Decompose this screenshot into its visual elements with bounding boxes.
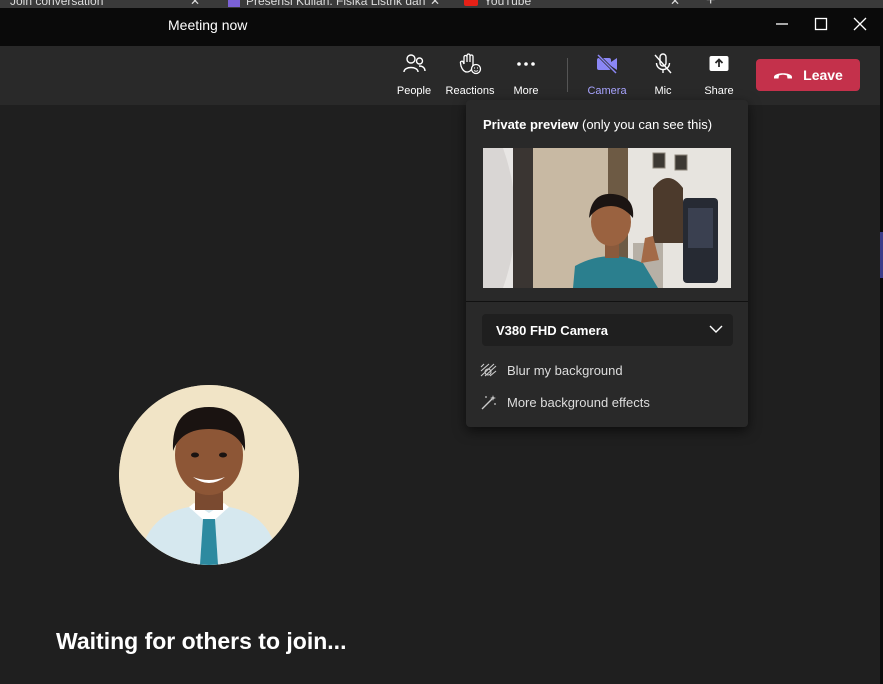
blur-background-label: Blur my background (507, 362, 623, 378)
more-label: More (513, 85, 539, 97)
background-effects-option[interactable]: More background effects (480, 391, 650, 413)
magic-wand-icon (481, 394, 496, 409)
maximize-icon (814, 17, 828, 31)
mic-off-icon (654, 53, 672, 74)
camera-preview-video (483, 148, 731, 288)
minimize-button[interactable] (772, 17, 792, 37)
close-icon[interactable]: ✕ (430, 0, 440, 8)
more-button[interactable]: More (498, 52, 554, 100)
preview-heading-note: (only you can see this) (578, 117, 713, 132)
meeting-toolbar: People Reactions More Camera Mic Share L… (0, 46, 883, 105)
camera-feed-image (483, 148, 731, 288)
people-icon (403, 54, 426, 73)
close-icon[interactable]: ✕ (190, 0, 200, 8)
close-icon (853, 17, 867, 31)
camera-device-select[interactable]: V380 FHD Camera (482, 314, 733, 346)
panel-divider (466, 301, 748, 302)
camera-off-icon (596, 53, 618, 75)
camera-preview-panel: Private preview (only you can see this) … (466, 100, 748, 427)
share-button[interactable]: Share (691, 52, 747, 100)
toolbar-divider (567, 58, 568, 92)
reactions-label: Reactions (445, 85, 495, 97)
maximize-button[interactable] (811, 17, 831, 37)
browser-tab-presensi[interactable]: Presensi Kuliah: Fisika Listrik dan (228, 0, 425, 8)
browser-tab-label: Presensi Kuliah: Fisika Listrik dan (246, 0, 426, 8)
background-effects-label: More background effects (507, 394, 650, 410)
browser-tab-label: YouTube (484, 0, 532, 8)
hang-up-icon (774, 73, 793, 79)
avatar (119, 385, 299, 565)
share-label: Share (704, 85, 734, 97)
new-tab-icon[interactable]: + (706, 0, 715, 8)
title-bar: Meeting now (0, 8, 883, 46)
people-button[interactable]: People (386, 52, 442, 100)
mic-button[interactable]: Mic (635, 52, 691, 100)
browser-tab-label: Join conversation (10, 0, 104, 8)
window-title: Meeting now (168, 17, 248, 33)
browser-tab-strip: Join conversation ✕ Presensi Kuliah: Fis… (0, 0, 883, 8)
camera-label: Camera (587, 85, 627, 97)
raise-hand-icon (459, 53, 482, 75)
camera-button[interactable]: Camera (579, 52, 635, 100)
mic-label: Mic (654, 85, 672, 97)
chevron-down-icon (709, 325, 723, 333)
camera-device-value: V380 FHD Camera (496, 323, 608, 338)
blur-icon (480, 363, 497, 376)
preview-heading-bold: Private preview (483, 117, 579, 132)
share-icon (709, 56, 729, 71)
minimize-icon (776, 23, 788, 25)
preview-heading: Private preview (only you can see this) (483, 117, 712, 132)
profile-photo (119, 385, 299, 565)
blur-background-option[interactable]: Blur my background (480, 359, 623, 381)
leave-label: Leave (803, 67, 843, 83)
people-label: People (396, 85, 432, 97)
close-window-button[interactable] (850, 17, 870, 37)
more-icon (517, 62, 535, 66)
browser-tab-join-conversation[interactable]: Join conversation (10, 0, 103, 8)
browser-tab-youtube[interactable]: YouTube (464, 0, 531, 8)
reactions-button[interactable]: Reactions (442, 52, 498, 100)
youtube-icon (464, 0, 478, 6)
forms-icon (228, 0, 240, 7)
leave-button[interactable]: Leave (756, 59, 860, 91)
close-icon[interactable]: ✕ (670, 0, 680, 8)
waiting-message: Waiting for others to join... (56, 628, 347, 654)
